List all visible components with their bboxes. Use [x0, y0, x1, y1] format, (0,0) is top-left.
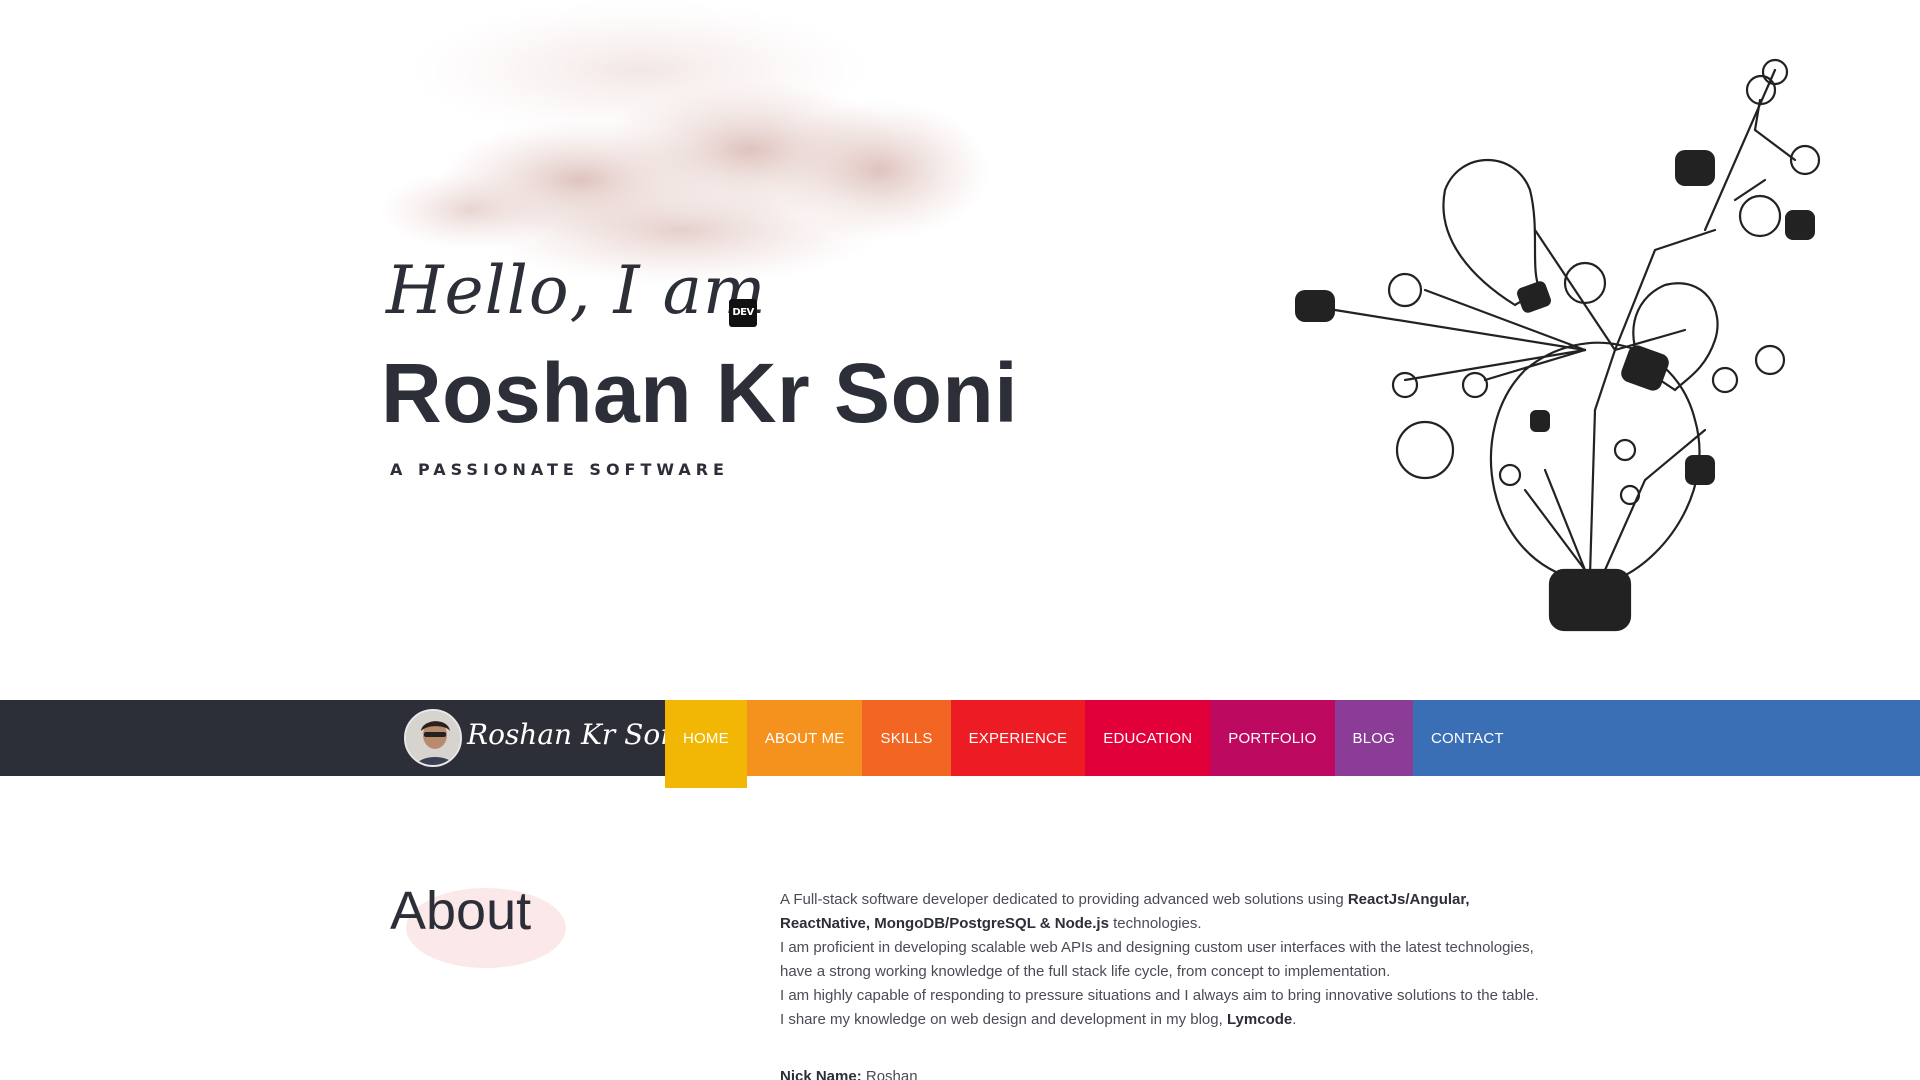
nick-name-label: Nick Name: — [780, 1068, 862, 1080]
hero-section: Hello, I am DEV Roshan Kr Soni A PASSION… — [0, 0, 1920, 700]
hero-name: Roshan Kr Soni — [381, 346, 1019, 440]
about-p1-text: A Full-stack software developer dedicate… — [780, 891, 1348, 908]
avatar-portrait-icon — [406, 711, 460, 765]
nav-item-experience[interactable]: EXPERIENCE — [950, 700, 1086, 776]
about-paragraph-2: I am proficient in developing scalable w… — [780, 939, 1534, 980]
nav-item-home[interactable]: HOME — [665, 700, 747, 788]
about-paragraph-4: I share my knowledge on web design and d… — [780, 1008, 1560, 1032]
about-paragraph-3: I am highly capable of responding to pre… — [780, 987, 1539, 1004]
nav-item-about-me[interactable]: ABOUT ME — [746, 700, 863, 776]
brand-signature: Roshan Kr Soni — [467, 718, 688, 751]
about-p4-end: . — [1292, 1011, 1297, 1028]
about-p1-end: technologies. — [1108, 915, 1202, 932]
avatar[interactable] — [404, 709, 462, 767]
nick-name-row: Nick Name: Roshan — [780, 1068, 918, 1080]
nav-item-portfolio[interactable]: PORTFOLIO — [1210, 700, 1335, 776]
nick-name-value: Roshan — [861, 1068, 918, 1080]
about-p4-text: I share my knowledge on web design and d… — [780, 1011, 1227, 1028]
lightbulb-illustration — [1295, 58, 1821, 632]
nav-item-contact[interactable]: CONTACT — [1413, 700, 1522, 776]
nav-menu: HOME ABOUT ME SKILLS EXPERIENCE EDUCATIO… — [665, 700, 1522, 788]
blog-link[interactable]: Lymcode — [1227, 1011, 1292, 1028]
nav-item-blog[interactable]: BLOG — [1334, 700, 1413, 776]
about-description: A Full-stack software developer dedicate… — [780, 888, 1560, 1032]
nav-item-skills[interactable]: SKILLS — [862, 700, 951, 776]
dev-badge-icon[interactable]: DEV — [729, 299, 757, 327]
about-paragraph-1: A Full-stack software developer dedicate… — [780, 888, 1560, 936]
navbar-brand[interactable]: Roshan Kr Soni — [0, 700, 687, 776]
nav-item-education[interactable]: EDUCATION — [1085, 700, 1211, 776]
greeting-text: Hello, I am — [386, 252, 767, 329]
main-navbar: Roshan Kr Soni HOME ABOUT ME SKILLS EXPE… — [0, 700, 1920, 788]
about-title: About — [390, 881, 532, 941]
about-heading: About — [390, 880, 566, 968]
hero-tagline: A PASSIONATE SOFTWARE — [390, 460, 729, 479]
